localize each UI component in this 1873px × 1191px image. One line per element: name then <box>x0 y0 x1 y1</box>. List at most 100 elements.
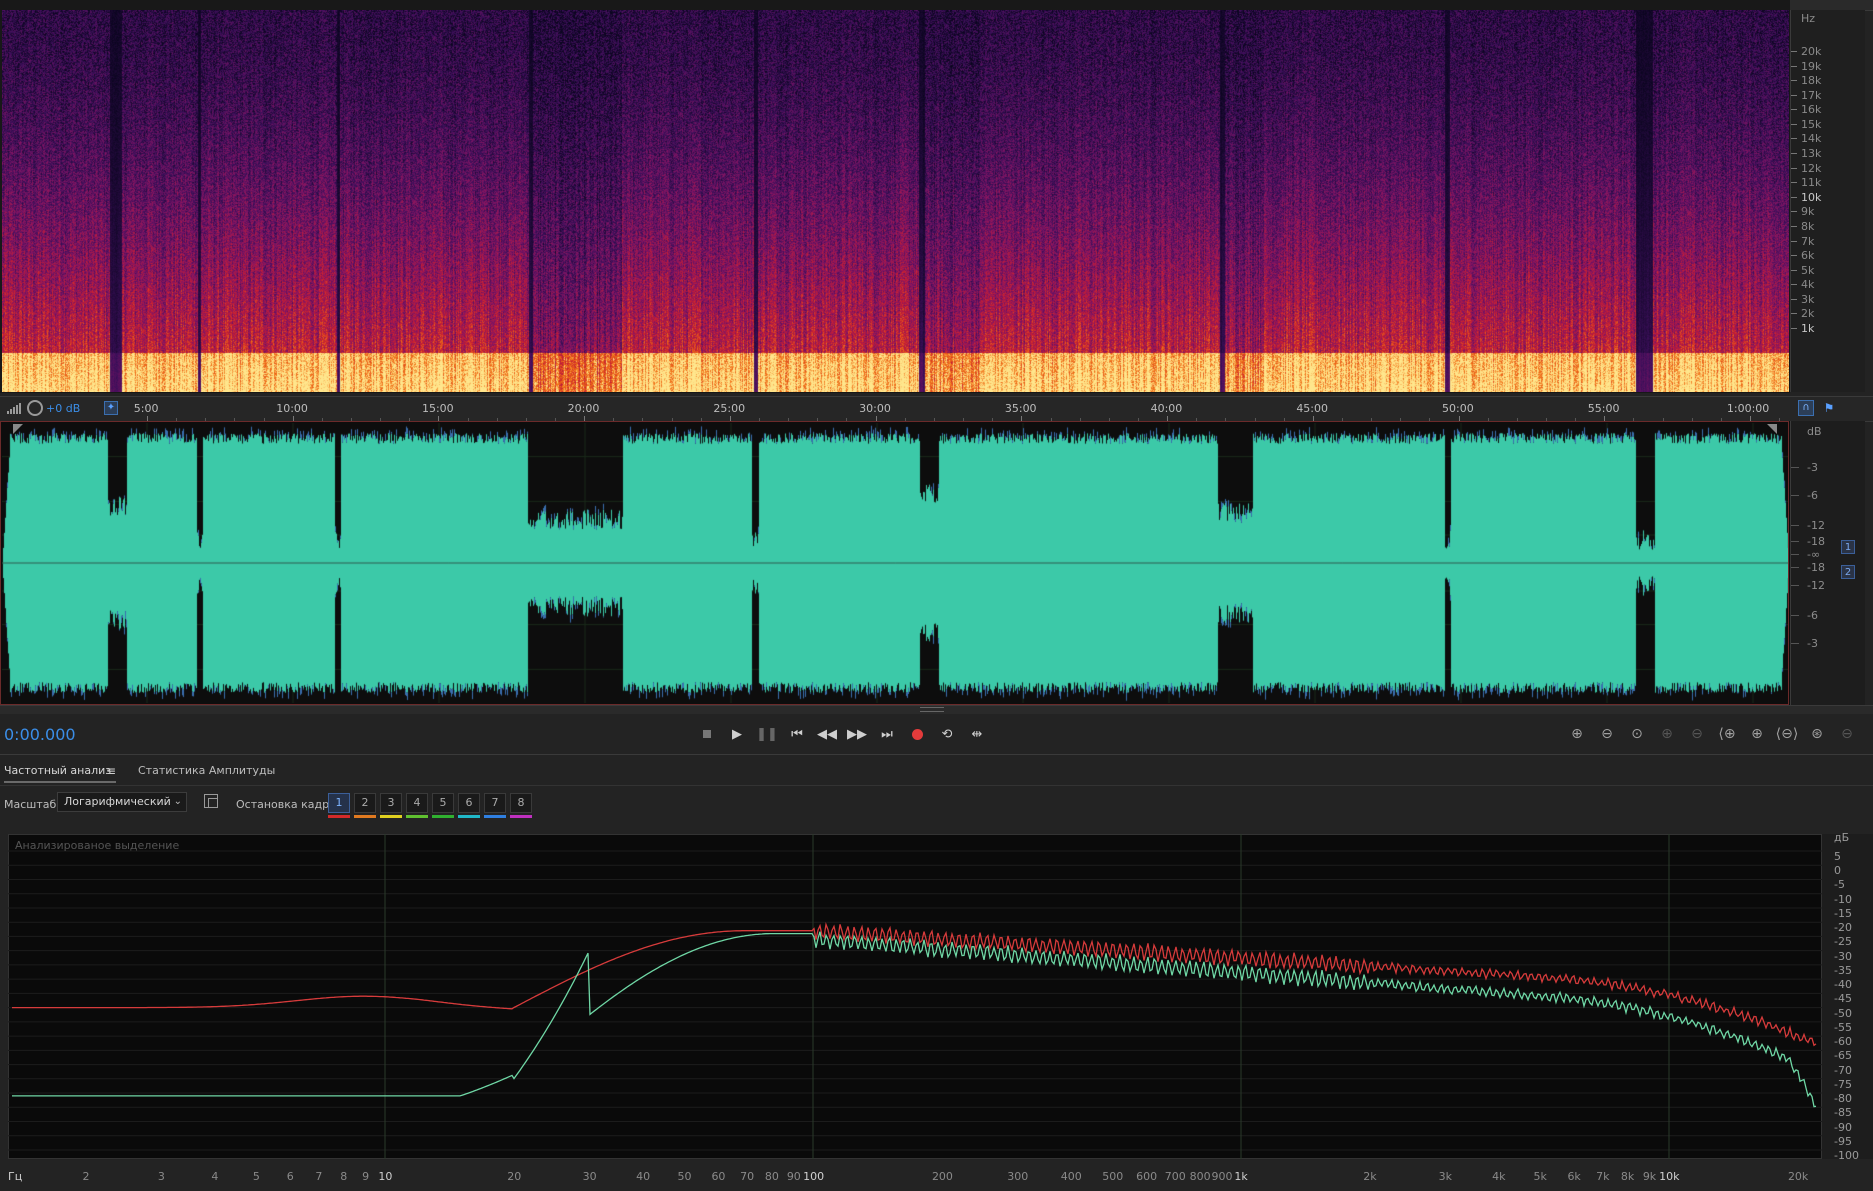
time-label: 55:00 <box>1587 402 1620 415</box>
graph-db-label: -100 <box>1834 1149 1859 1162</box>
zoom-selection-button[interactable]: ⊛ <box>1806 724 1828 744</box>
freeze-frame-slot-8[interactable]: 8 <box>510 793 532 813</box>
db-label: -12 <box>1807 519 1825 532</box>
frequency-label: 10k <box>1659 1170 1680 1183</box>
graph-db-label: -75 <box>1834 1077 1852 1091</box>
tab-frequency-analysis[interactable]: Частотный анализ <box>4 764 111 777</box>
db-tick <box>1791 567 1799 568</box>
frequency-label: 3k <box>1438 1170 1452 1183</box>
hz-label: 2k <box>1801 307 1815 321</box>
frequency-label: 7 <box>315 1170 323 1183</box>
hz-tick <box>1791 123 1797 125</box>
zoom-out-frequency-button[interactable]: ⊖ <box>1686 724 1708 744</box>
hz-label: 5k <box>1801 263 1815 277</box>
graph-db-label: -15 <box>1834 906 1852 920</box>
freeze-frame-slot-7[interactable]: 7 <box>484 793 506 813</box>
transport-bar: 0:00.000 ▶ ❚❚ ⏮ ◀◀ ▶▶ ⏭ ⟲ ⇹ ⊕ ⊖ ⊙ ⊕ ⊖ ⟨⊕… <box>0 714 1873 755</box>
graph-title: Анализированое выделение <box>15 839 180 852</box>
loop-button[interactable]: ⟲ <box>936 724 958 744</box>
frequency-label: 50 <box>677 1170 692 1183</box>
zoom-out-time-button[interactable]: ⊖ <box>1836 724 1858 744</box>
timeline-ruler[interactable]: +0 dB ✦ 5:00 10:00 15:00 20:00 25:00 30:00 35:… <box>0 396 1873 422</box>
channel-1-badge[interactable]: 1 <box>1841 540 1855 554</box>
graph-db-label: -85 <box>1834 1106 1852 1120</box>
zoom-out-amplitude-button[interactable]: ⊖ <box>1596 724 1618 744</box>
rewind-button[interactable]: ◀◀ <box>816 724 838 744</box>
frequency-graph-plot <box>8 834 1822 1159</box>
time-label: 15:00 <box>421 402 454 415</box>
panel-menu-icon[interactable]: ≡ <box>106 764 116 778</box>
scale-dropdown[interactable]: Логарифмический ⌄ <box>57 792 187 812</box>
frequency-label: 5k <box>1533 1170 1547 1183</box>
skip-selection-button[interactable]: ⇹ <box>966 724 988 744</box>
time-label: 1:00:00 <box>1726 402 1770 415</box>
freeze-frame-slot-5[interactable]: 5 <box>432 793 454 813</box>
freeze-frame-slot-1[interactable]: 1 <box>328 793 350 813</box>
waveform-display[interactable] <box>0 421 1790 705</box>
zoom-in-amplitude-button[interactable]: ⊕ <box>1566 724 1588 744</box>
spectral-frequency-display[interactable] <box>0 0 1790 393</box>
db-label: -12 <box>1807 579 1825 592</box>
pin-icon[interactable]: ✦ <box>104 401 118 415</box>
current-time-display[interactable]: 0:00.000 <box>4 725 76 744</box>
frequency-label: 800 <box>1189 1170 1211 1183</box>
marker-flag-icon[interactable]: ⚑ <box>1822 400 1836 416</box>
level-meter-icon[interactable] <box>6 401 22 415</box>
zoom-out-full-button[interactable]: ⟨⊖⟩ <box>1776 724 1799 744</box>
skip-back-icon: ⏮ <box>791 726 803 742</box>
volume-db-value[interactable]: +0 dB <box>46 402 80 415</box>
pause-button[interactable]: ❚❚ <box>756 724 778 744</box>
db-label: -∞ <box>1807 548 1821 561</box>
hz-tick <box>1791 94 1797 96</box>
time-label: 20:00 <box>567 402 600 415</box>
stop-button[interactable] <box>696 724 718 744</box>
channel-2-badge[interactable]: 2 <box>1841 565 1855 579</box>
headphones-icon[interactable]: ∩ <box>1798 400 1814 416</box>
graph-db-label: -35 <box>1834 963 1852 977</box>
freeze-frame-slot-2[interactable]: 2 <box>354 793 376 813</box>
db-tick <box>1791 467 1799 468</box>
hz-label: 10k <box>1801 190 1822 204</box>
db-label: -6 <box>1807 489 1818 502</box>
go-to-end-button[interactable]: ⏭ <box>876 724 898 744</box>
record-icon <box>911 728 923 740</box>
play-icon: ▶ <box>732 726 742 742</box>
copy-icon-front <box>208 798 218 808</box>
go-to-start-button[interactable]: ⏮ <box>786 724 808 744</box>
frequency-label: 8 <box>340 1170 348 1183</box>
freeze-frame-slot-6[interactable]: 6 <box>458 793 480 813</box>
scale-dropdown-value: Логарифмический <box>64 795 171 808</box>
graph-db-label: -10 <box>1834 892 1852 906</box>
waveform-canvas[interactable] <box>2 423 1789 703</box>
volume-knob-icon[interactable] <box>27 400 43 416</box>
hz-label: 6k <box>1801 249 1815 263</box>
record-button[interactable] <box>906 724 928 744</box>
play-button[interactable]: ▶ <box>726 724 748 744</box>
fast-forward-icon: ▶▶ <box>847 726 867 742</box>
hz-label: 8k <box>1801 219 1815 233</box>
freeze-frame-color <box>510 815 532 818</box>
zoom-reset-button[interactable]: ⊙ <box>1626 724 1648 744</box>
db-label: -18 <box>1807 561 1825 574</box>
graph-db-label: -45 <box>1834 992 1852 1006</box>
fast-forward-button[interactable]: ▶▶ <box>846 724 868 744</box>
freeze-frame-slot-3[interactable]: 3 <box>380 793 402 813</box>
hz-label: 18k <box>1801 74 1822 88</box>
zoom-in-time-icon: ⊕ <box>1751 726 1763 742</box>
graph-db-label: -80 <box>1834 1092 1852 1106</box>
panel-resize-handle[interactable] <box>920 707 944 712</box>
freeze-frame-slot-4[interactable]: 4 <box>406 793 428 813</box>
spectrogram-canvas[interactable] <box>2 10 1789 392</box>
frequency-label: 40 <box>636 1170 651 1183</box>
db-label: -18 <box>1807 535 1825 548</box>
hz-label: 4k <box>1801 278 1815 292</box>
zoom-in-time-button[interactable]: ⊕ <box>1746 724 1768 744</box>
zoom-in-left-button[interactable]: ⟨⊕ <box>1716 724 1738 744</box>
zoom-in-frequency-button[interactable]: ⊕ <box>1656 724 1678 744</box>
tab-amplitude-statistics[interactable]: Статистика Амплитуды <box>138 764 275 777</box>
hz-label: 11k <box>1801 176 1822 190</box>
time-label: 10:00 <box>276 402 308 415</box>
frequency-label: 300 <box>1007 1170 1029 1183</box>
hz-unit-label: Hz <box>1801 12 1816 25</box>
channel-1-spectrum-line <box>12 922 1817 1047</box>
